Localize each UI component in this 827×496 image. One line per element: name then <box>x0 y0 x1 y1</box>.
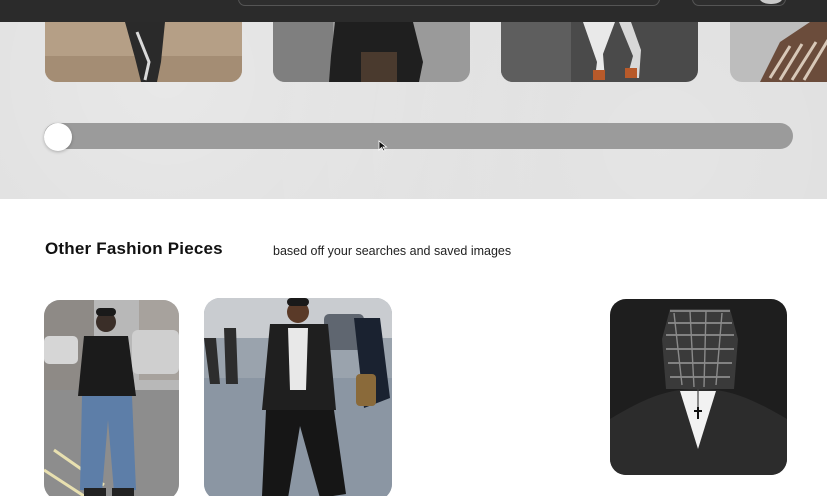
search-bar[interactable] <box>238 0 660 6</box>
recommendation-card-2[interactable] <box>204 298 392 496</box>
top-nav-bar <box>0 0 827 22</box>
recommendations-section: Other Fashion Pieces based off your sear… <box>0 199 827 496</box>
street-style-photo-icon <box>44 300 179 496</box>
gallery-card-2[interactable] <box>273 22 470 82</box>
street-style-photo-icon <box>204 298 392 496</box>
recommendation-card-1[interactable] <box>44 300 179 496</box>
fashion-photo-icon <box>45 22 242 82</box>
recommendation-card-3[interactable] <box>610 299 787 475</box>
gallery-card-1[interactable] <box>45 22 242 82</box>
gallery-card-3[interactable] <box>501 22 698 82</box>
gallery-card-4[interactable] <box>730 22 827 82</box>
top-gallery <box>0 22 827 199</box>
fashion-photo-icon <box>730 22 827 82</box>
mouse-cursor-icon <box>378 140 388 152</box>
gallery-scroll-track[interactable] <box>44 123 793 149</box>
section-subtitle: based off your searches and saved images <box>273 244 512 258</box>
gallery-scroll-thumb[interactable] <box>44 123 72 151</box>
masked-portrait-photo-icon <box>610 299 787 475</box>
fashion-photo-icon <box>273 22 470 82</box>
section-title: Other Fashion Pieces <box>45 239 223 258</box>
fashion-photo-icon <box>501 22 698 82</box>
